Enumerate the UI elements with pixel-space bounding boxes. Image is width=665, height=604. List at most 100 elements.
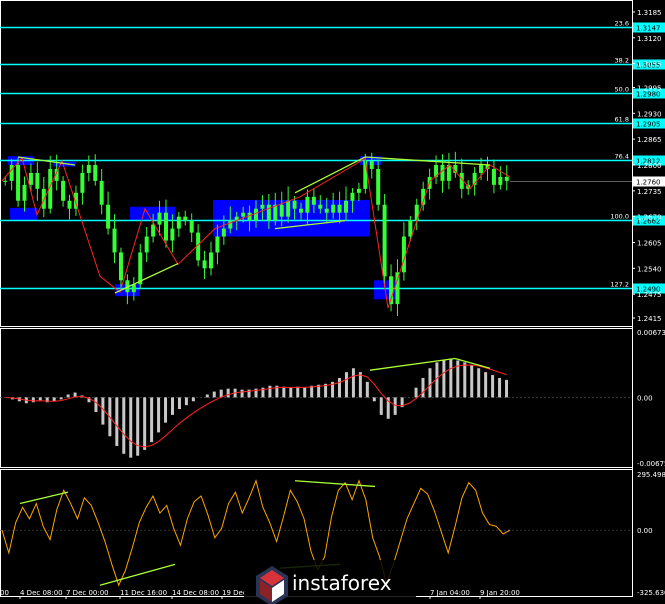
candle-body: [61, 180, 66, 201]
instaforex-logo: instaforex: [244, 560, 416, 604]
current-price-label: 1.2760: [636, 179, 661, 187]
price-tick-label: 1.3120: [637, 35, 662, 43]
time-tick-label: 7 Dec 00:00: [66, 589, 109, 597]
candle-body: [3, 180, 8, 182]
candle-body: [9, 164, 14, 181]
instaforex-logo-text: instaforex: [292, 571, 392, 595]
time-tick-label: 4 Dec 08:00: [20, 589, 63, 597]
candle-body: [22, 184, 27, 201]
fib-ratio-label: 38.2: [615, 57, 629, 65]
candle-body: [189, 220, 194, 233]
candle-body: [86, 164, 91, 173]
candle-body: [356, 188, 361, 193]
fib-ratio-label: 50.0: [615, 86, 629, 94]
candle-body: [395, 272, 400, 305]
candle-body: [241, 212, 246, 217]
fib-ratio-label: 23.6: [615, 20, 629, 28]
price-tick-label: 1.2995: [637, 84, 662, 92]
candle-body: [118, 252, 123, 281]
price-tick-label: 1.2605: [637, 240, 662, 248]
candle-body: [170, 228, 175, 241]
candle-body: [299, 208, 304, 213]
axis-labels: 1.31471.30551.29801.29051.28121.26621.24…: [0, 9, 665, 599]
candle-body: [254, 208, 258, 221]
price-tick-label: 1.2735: [637, 188, 662, 196]
candle-body: [286, 200, 291, 217]
candle-body: [266, 204, 271, 221]
cci-tick-label: 0.00: [637, 527, 653, 535]
candle-body: [112, 228, 117, 253]
cci-tick-label: -325.630: [637, 589, 665, 597]
fib-ratio-label: 100.0: [610, 213, 629, 221]
candle-body: [183, 216, 188, 221]
candle-body: [337, 204, 342, 213]
candle-body: [28, 172, 33, 185]
candle-body: [311, 196, 316, 205]
candle-body: [67, 200, 72, 209]
macd-tick-label: 0.00: [637, 394, 653, 402]
trend-line: [294, 156, 366, 194]
candle-body: [202, 260, 207, 269]
candle-body: [408, 220, 413, 237]
price-layer: 23.6 38.2 50.0 61.8 76.4 100.0 127.2: [0, 20, 632, 317]
price-tick-label: 1.3185: [637, 9, 662, 17]
candle-body: [93, 164, 98, 181]
zone-box: [10, 207, 37, 220]
candle-body: [382, 204, 387, 277]
macd-layer: [0, 357, 632, 458]
zone-box: [130, 206, 175, 221]
cci-divergence-line: [99, 563, 176, 586]
macd-tick-label: -0.00675: [637, 460, 665, 468]
chart-svg: 23.6 38.2 50.0 61.8 76.4 100.0 127.2 1.3147 1.3…: [0, 0, 665, 604]
macd-divergence-line: [369, 357, 456, 371]
price-tick-label: 1.2800: [637, 162, 662, 170]
price-tick-label: 1.3055: [637, 61, 662, 69]
candle-body: [35, 172, 40, 189]
candle-body: [144, 236, 149, 253]
candle-body: [163, 212, 168, 241]
candle-body: [208, 252, 213, 269]
candle-body: [479, 164, 484, 173]
candle-body: [138, 252, 143, 285]
fib-ratio-label: 76.4: [615, 153, 629, 161]
candle-body: [376, 168, 381, 205]
candle-body: [369, 161, 374, 169]
time-tick-label: 14 Dec 08:00: [172, 589, 219, 597]
time-tick-label: 11 Dec 16:00: [120, 589, 167, 597]
candle-body: [41, 188, 46, 209]
fib-ratio-label: 127.2: [610, 281, 629, 289]
candle-body: [292, 200, 297, 209]
price-tick-label: 1.2670: [637, 214, 662, 222]
candle-body: [324, 208, 329, 213]
candle-body: [157, 212, 162, 225]
time-tick-label: 7 Jan 04:00: [430, 589, 470, 597]
candle-body: [344, 200, 349, 213]
fib-ratio-label: 61.8: [615, 116, 629, 124]
candle-body: [215, 236, 220, 253]
macd-tick-label: 0.00673: [637, 329, 665, 337]
cci-tick-label: 295.4989: [637, 471, 665, 479]
candle-body: [363, 161, 368, 189]
chart-root: 23.6 38.2 50.0 61.8 76.4 100.0 127.2 1.3147 1.3…: [0, 0, 665, 604]
price-tick-label: 1.2865: [637, 136, 662, 144]
candle-body: [498, 176, 503, 185]
candle-body: [504, 176, 509, 181]
fib-price-label: 1.2905: [636, 121, 661, 129]
candle-body: [151, 224, 156, 237]
candle-body: [350, 192, 355, 201]
candle-body: [331, 204, 336, 213]
candle-body: [273, 204, 278, 221]
candle-body: [80, 172, 85, 193]
candle-body: [305, 196, 310, 213]
time-tick-label: 9 Jan 20:00: [480, 589, 520, 597]
candle-body: [279, 204, 284, 217]
time-axis-prefix: 00: [0, 589, 9, 597]
time-tick-label: 19 Dec: [222, 589, 247, 597]
price-tick-label: 1.2475: [637, 291, 662, 299]
price-tick-label: 1.2930: [637, 110, 662, 118]
price-tick-label: 1.2540: [637, 265, 662, 273]
candle-body: [176, 216, 181, 229]
candle-body: [221, 228, 226, 237]
price-tick-label: 1.2415: [637, 315, 662, 323]
candle-body: [260, 204, 265, 209]
